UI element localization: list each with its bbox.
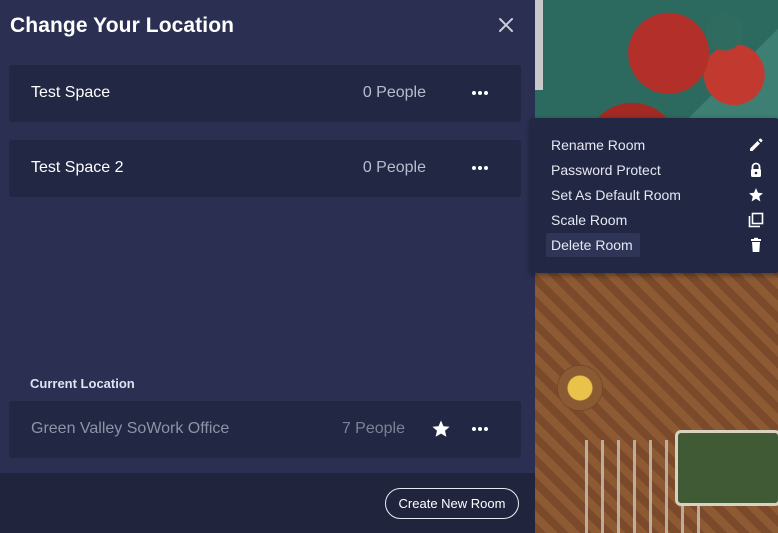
room-people-count: 0 People [362, 159, 426, 176]
room-card-test-space[interactable]: Test Space 0 People [9, 65, 521, 122]
menu-item-set-default-room[interactable]: Set As Default Room [546, 183, 766, 207]
room-name: Test Space 2 [31, 159, 124, 176]
menu-item-password-protect[interactable]: Password Protect [546, 158, 766, 182]
room-options-button[interactable] [471, 158, 489, 178]
close-button[interactable] [496, 15, 516, 35]
panel-footer: Create New Room [0, 473, 535, 533]
menu-item-delete-room[interactable]: Delete Room [546, 233, 766, 257]
star-icon [749, 188, 763, 202]
pencil-icon [750, 138, 763, 151]
room-people-count: 0 People [362, 84, 426, 101]
room-options-button[interactable] [471, 419, 489, 439]
menu-item-label: Set As Default Room [551, 187, 681, 203]
trash-icon [751, 237, 761, 252]
scene-plant [557, 365, 603, 411]
menu-item-label: Rename Room [551, 137, 646, 153]
room-name: Green Valley SoWork Office [31, 420, 230, 437]
menu-item-rename-room[interactable]: Rename Room [546, 133, 766, 157]
default-room-star-icon [432, 420, 450, 437]
current-location-label: Current Location [30, 376, 135, 391]
change-location-panel: Change Your Location Test Space 0 People… [0, 0, 535, 533]
room-people-count: 7 People [341, 420, 405, 437]
menu-item-label: Password Protect [551, 162, 661, 178]
current-room-card[interactable]: Green Valley SoWork Office 7 People [9, 401, 521, 458]
scene-sofa [675, 430, 778, 506]
room-card-test-space-2[interactable]: Test Space 2 0 People [9, 140, 521, 197]
room-options-button[interactable] [471, 83, 489, 103]
panel-title: Change Your Location [10, 14, 235, 37]
room-name: Test Space [31, 84, 111, 101]
scene-pillar [535, 0, 543, 90]
menu-item-label: Scale Room [551, 212, 628, 228]
close-icon [499, 18, 513, 32]
menu-item-scale-room[interactable]: Scale Room [546, 208, 766, 232]
lock-icon [751, 162, 761, 177]
create-new-room-button[interactable]: Create New Room [385, 488, 519, 519]
room-context-menu: Rename Room Password Protect Set As Defa… [530, 118, 778, 273]
copy-icon [748, 212, 764, 228]
menu-item-label: Delete Room [551, 237, 633, 253]
